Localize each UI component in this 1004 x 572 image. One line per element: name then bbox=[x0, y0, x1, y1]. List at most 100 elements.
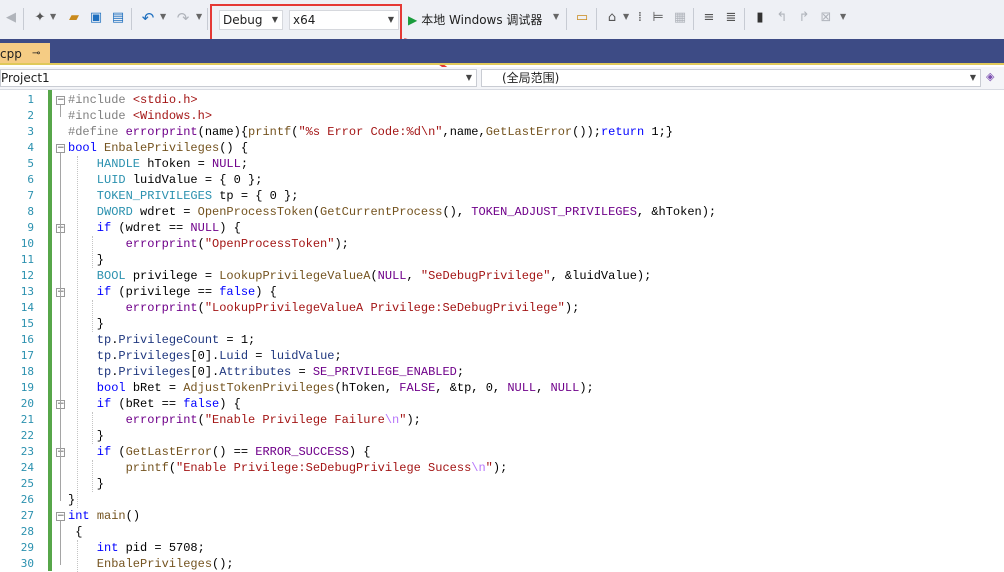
code-token: ; bbox=[240, 157, 249, 171]
new-item-icon[interactable]: ✦ bbox=[32, 10, 48, 26]
chevron-down-icon[interactable]: ▼ bbox=[50, 12, 56, 21]
collapse-region-icon[interactable]: − bbox=[56, 96, 65, 105]
code-line[interactable]: DWORD wdret = OpenProcessToken(GetCurren… bbox=[97, 204, 716, 220]
code-token: printf bbox=[125, 461, 169, 475]
code-line[interactable]: } bbox=[97, 316, 104, 332]
line-number: 26 bbox=[20, 493, 34, 506]
clear-bookmarks-icon[interactable]: ⊠ bbox=[818, 10, 834, 26]
code-token: 1;} bbox=[644, 125, 673, 139]
code-line[interactable]: int pid = 5708; bbox=[97, 540, 205, 556]
code-token: () == bbox=[212, 445, 256, 459]
chevron-down-icon[interactable]: ▼ bbox=[160, 12, 166, 21]
code-line[interactable]: { bbox=[68, 524, 82, 540]
line-number: 13 bbox=[20, 285, 34, 298]
scope-select[interactable]: (全局范围) ▼ bbox=[481, 69, 981, 87]
line-number: 1 bbox=[27, 93, 34, 106]
code-line[interactable]: bool bRet = AdjustTokenPrivileges(hToken… bbox=[97, 380, 594, 396]
code-line[interactable]: } bbox=[97, 252, 104, 268]
save-icon[interactable]: ▣ bbox=[88, 10, 104, 26]
code-line[interactable]: bool EnbalePrivileges() { bbox=[68, 140, 248, 156]
chevron-down-icon[interactable]: ▼ bbox=[840, 12, 846, 21]
code-token: int bbox=[68, 509, 97, 523]
chevron-down-icon[interactable]: ▼ bbox=[623, 12, 629, 21]
step-icon[interactable]: ⁞ bbox=[632, 10, 648, 26]
code-line[interactable]: if (wdret == NULL) { bbox=[97, 220, 241, 236]
toolbar-separator bbox=[207, 8, 208, 30]
code-token: tp bbox=[96, 365, 112, 379]
uncomment-lines-icon[interactable]: ≣ bbox=[723, 10, 739, 26]
redo-icon[interactable]: ↷ bbox=[175, 10, 191, 26]
code-line[interactable]: errorprint("Enable Privilege Failure\n")… bbox=[126, 412, 421, 428]
chevron-down-icon[interactable]: ▼ bbox=[553, 12, 559, 21]
code-token: ( bbox=[197, 413, 205, 427]
member-icon[interactable]: ◈ bbox=[986, 70, 994, 83]
code-token: bRet = bbox=[132, 381, 184, 395]
code-line[interactable]: BOOL privilege = LookupPrivilegeValueA(N… bbox=[97, 268, 652, 284]
code-line[interactable]: printf("Enable Privilege:SeDebugPrivileg… bbox=[126, 460, 508, 476]
start-debugging-button[interactable]: ▶ 本地 Windows 调试器 bbox=[408, 11, 542, 28]
code-token: PrivilegeCount bbox=[118, 333, 220, 347]
breakpoint-window-icon[interactable]: ⊨ bbox=[650, 10, 666, 26]
code-line[interactable]: tp.Privileges[0].Attributes = SE_PRIVILE… bbox=[97, 364, 464, 380]
code-line[interactable]: } bbox=[68, 492, 75, 508]
line-number: 15 bbox=[20, 317, 34, 330]
code-token: NULL bbox=[550, 381, 580, 395]
line-number-gutter: 1 2 3 4 5 6 7 8 9 10 11 12 13 14 15 16 17 18 19 20 21 22 23 24 2… bbox=[0, 90, 34, 571]
code-line[interactable]: #define errorprint(name){printf("%s Erro… bbox=[68, 124, 673, 140]
code-token: () { bbox=[219, 141, 249, 155]
project-select[interactable]: Project1 ▼ bbox=[0, 69, 477, 87]
code-line[interactable]: if (GetLastError() == ERROR_SUCCESS) { bbox=[97, 444, 371, 460]
undo-icon[interactable]: ↶ bbox=[140, 10, 156, 26]
disabled-tool-icon[interactable]: ▦ bbox=[672, 10, 688, 26]
code-line[interactable]: if (bRet == false) { bbox=[97, 396, 241, 412]
chevron-down-icon[interactable]: ▼ bbox=[196, 12, 202, 21]
home-icon[interactable]: ⌂ bbox=[604, 10, 620, 26]
code-token: (), bbox=[442, 205, 472, 219]
fold-connector bbox=[60, 233, 61, 261]
indent-guide bbox=[91, 300, 93, 332]
code-line[interactable]: TOKEN_PRIVILEGES tp = { 0 }; bbox=[97, 188, 299, 204]
code-line[interactable]: errorprint("OpenProcessToken"); bbox=[126, 236, 349, 252]
indent-guide bbox=[77, 156, 79, 508]
collapse-region-icon[interactable]: − bbox=[56, 144, 65, 153]
tab-underline bbox=[0, 63, 1004, 65]
line-number: 6 bbox=[27, 173, 34, 186]
next-bookmark-icon[interactable]: ↱ bbox=[796, 10, 812, 26]
code-line[interactable]: if (privilege == false) { bbox=[97, 284, 277, 300]
code-token: Privileges bbox=[118, 365, 191, 379]
browse-icon[interactable]: ▭ bbox=[574, 10, 590, 26]
code-token: tp bbox=[96, 333, 112, 347]
code-line[interactable]: HANDLE hToken = NULL; bbox=[97, 156, 248, 172]
code-editor[interactable]: 1 2 3 4 5 6 7 8 9 10 11 12 13 14 15 16 17 18 19 20 21 22 23 24 2… bbox=[0, 90, 1004, 572]
code-token: } bbox=[96, 317, 104, 331]
line-number: 11 bbox=[20, 253, 34, 266]
code-token: LUID bbox=[96, 173, 133, 187]
code-line[interactable]: #include <Windows.h> bbox=[68, 108, 212, 124]
code-line[interactable]: } bbox=[97, 476, 104, 492]
open-folder-icon[interactable]: ▰ bbox=[66, 10, 82, 26]
save-all-icon[interactable]: ▤ bbox=[110, 10, 126, 26]
pin-icon[interactable]: ⊸ bbox=[32, 43, 40, 65]
code-line[interactable]: int main() bbox=[68, 508, 140, 524]
code-token: \n bbox=[471, 461, 486, 475]
code-line[interactable]: errorprint("LookupPrivilegeValueA Privil… bbox=[126, 300, 580, 316]
code-line[interactable]: } bbox=[97, 428, 104, 444]
line-number: 27 bbox=[20, 509, 34, 522]
code-line[interactable]: tp.PrivilegeCount = 1; bbox=[97, 332, 255, 348]
document-tab[interactable]: cpp ⊸ bbox=[0, 43, 50, 65]
code-token: FALSE bbox=[399, 381, 436, 395]
highlight-box bbox=[210, 4, 402, 41]
code-line[interactable]: tp.Privileges[0].Luid = luidValue; bbox=[97, 348, 342, 364]
code-line[interactable]: #include <stdio.h> bbox=[68, 92, 198, 108]
code-token: } bbox=[96, 429, 104, 443]
comment-lines-icon[interactable]: ≡ bbox=[701, 10, 717, 26]
navigate-back-icon[interactable]: ◀ bbox=[3, 10, 19, 26]
collapse-region-icon[interactable]: − bbox=[56, 512, 65, 521]
code-token: main bbox=[96, 509, 126, 523]
code-token: "Enable Privilege Failure bbox=[204, 413, 385, 427]
bookmark-icon[interactable]: ▮ bbox=[752, 10, 768, 26]
code-line[interactable]: LUID luidValue = { 0 }; bbox=[97, 172, 263, 188]
code-line[interactable]: EnbalePrivileges(); bbox=[97, 556, 234, 572]
previous-bookmark-icon[interactable]: ↰ bbox=[774, 10, 790, 26]
code-token: Luid bbox=[219, 349, 249, 363]
